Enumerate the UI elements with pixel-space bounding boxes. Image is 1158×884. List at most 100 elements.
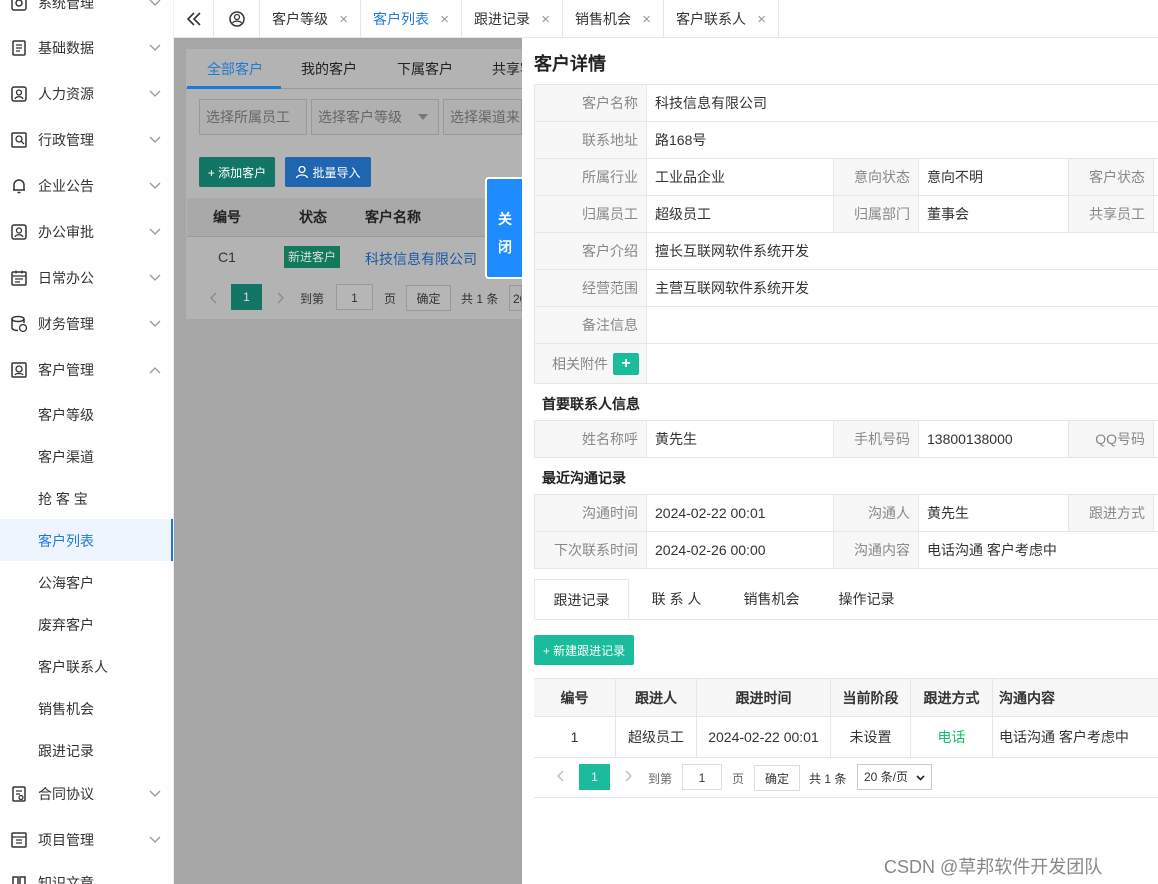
close-icon[interactable]: × xyxy=(440,11,449,28)
current-page[interactable]: 1 xyxy=(579,764,610,790)
chevron-down-icon xyxy=(149,182,161,189)
sidebar-sub-public-customer[interactable]: 公海客户 xyxy=(0,561,173,603)
sidebar-item-label: 项目管理 xyxy=(38,832,94,848)
sidebar-item-base-data[interactable]: 基础数据 xyxy=(0,25,173,71)
sidebar-sub-customer-channel[interactable]: 客户渠道 xyxy=(0,435,173,477)
finance-icon xyxy=(11,315,28,333)
sidebar-sub-label: 销售机会 xyxy=(38,701,94,717)
sidebar-item-approval[interactable]: 办公审批 xyxy=(0,209,173,255)
comm-section-title: 最近沟通记录 xyxy=(542,470,626,486)
cell: 2024-02-22 00:01 xyxy=(696,717,830,757)
next-contact-value: 2024-02-26 00:00 xyxy=(655,542,766,558)
sidebar-item-label: 财务管理 xyxy=(38,316,94,332)
page-unit-label: 页 xyxy=(384,292,397,306)
tab-customer-list[interactable]: 客户列表 × xyxy=(361,0,462,38)
confirm-button[interactable]: 确定 xyxy=(754,765,800,791)
close-icon[interactable]: × xyxy=(339,11,348,28)
sidebar-item-daily[interactable]: 日常办公 xyxy=(0,255,173,301)
add-attachment-button[interactable]: + xyxy=(613,353,639,375)
cell-id: C1 xyxy=(218,249,236,265)
close-drawer-button[interactable]: 关闭 xyxy=(485,177,523,279)
col-header-status: 状态 xyxy=(299,209,327,225)
tab-customer-contact[interactable]: 客户联系人 × xyxy=(664,0,779,38)
field-label: 共享员工 xyxy=(1068,196,1154,232)
page-unit-label: 页 xyxy=(732,772,745,786)
chevron-right-icon[interactable] xyxy=(625,770,633,782)
collapse-sidebar-button[interactable] xyxy=(174,0,214,38)
chevron-right-icon[interactable] xyxy=(277,292,285,304)
tab-label: 客户列表 xyxy=(373,11,429,27)
chevron-down-icon xyxy=(149,836,161,843)
sidebar-sub-label: 废弃客户 xyxy=(38,617,94,633)
tab-my-customers[interactable]: 我的客户 xyxy=(301,49,357,89)
employee-filter[interactable]: 选择所属员工 xyxy=(199,99,307,135)
sidebar-item-project[interactable]: 项目管理 xyxy=(0,817,173,863)
page-input[interactable]: 1 xyxy=(682,764,722,790)
sidebar-item-customer[interactable]: 客户管理 xyxy=(0,347,173,393)
tab-all-customers[interactable]: 全部客户 xyxy=(207,49,263,89)
page-size-select[interactable]: 20 xyxy=(509,285,522,311)
contact-name-value: 黄先生 xyxy=(655,431,697,447)
confirm-button[interactable]: 确定 xyxy=(406,285,451,311)
page-size-value: 20 条/页 xyxy=(864,770,909,784)
detail-tab-contacts[interactable]: 联 系 人 xyxy=(629,579,724,619)
comm-person-value: 黄先生 xyxy=(927,505,969,521)
tab-shared-customers[interactable]: 共享客户 xyxy=(492,49,522,89)
sidebar-item-knowledge[interactable]: 知识文章 xyxy=(0,860,173,884)
sidebar-item-notice[interactable]: 企业公告 xyxy=(0,163,173,209)
field-label: 客户名称 xyxy=(534,85,647,121)
sidebar-item-admin[interactable]: 行政管理 xyxy=(0,117,173,163)
customer-name-link[interactable]: 科技信息有限公司 xyxy=(365,249,477,269)
close-icon[interactable]: × xyxy=(541,11,550,28)
table-row[interactable]: C1 新进客户 科技信息有限公司 xyxy=(187,237,522,277)
chevron-left-icon[interactable] xyxy=(556,770,564,782)
page-size-select[interactable]: 20 条/页 xyxy=(857,764,932,790)
sidebar-item-finance[interactable]: 财务管理 xyxy=(0,301,173,347)
info-row: 客户名称 科技信息有限公司 xyxy=(534,84,1158,121)
sidebar-sub-follow-record[interactable]: 跟进记录 xyxy=(0,729,173,771)
level-filter[interactable]: 选择客户等级 xyxy=(311,99,439,135)
sidebar-item-label: 人力资源 xyxy=(38,86,94,102)
current-page[interactable]: 1 xyxy=(231,284,262,310)
chevron-down-icon xyxy=(149,44,161,51)
sidebar-sub-grab-customer[interactable]: 抢 客 宝 xyxy=(0,477,173,519)
detail-tab-logs[interactable]: 操作记录 xyxy=(819,579,914,619)
chevron-left-icon[interactable] xyxy=(209,292,217,304)
home-tab[interactable] xyxy=(214,0,260,38)
sidebar-sub-customer-level[interactable]: 客户等级 xyxy=(0,393,173,435)
add-customer-button[interactable]: + 添加客户 xyxy=(199,157,275,187)
table-row[interactable]: 1 超级员工 2024-02-22 00:01 未设置 电话 电话沟通 客户考虑… xyxy=(534,717,1158,758)
chevron-down-icon xyxy=(149,90,161,97)
tab-sales-opportunity[interactable]: 销售机会 × xyxy=(563,0,664,38)
sidebar-item-contract[interactable]: 合同协议 xyxy=(0,771,173,817)
channel-filter[interactable]: 选择渠道来源 xyxy=(443,99,522,135)
new-follow-button[interactable]: + 新建跟进记录 xyxy=(534,635,634,665)
sidebar-sub-sales-opportunity[interactable]: 销售机会 xyxy=(0,687,173,729)
total-label: 共 1 条 xyxy=(809,772,847,786)
sidebar-item-hr[interactable]: 人力资源 xyxy=(0,71,173,117)
tab-customer-level[interactable]: 客户等级 × xyxy=(260,0,361,38)
detail-tab-follow[interactable]: 跟进记录 xyxy=(534,579,629,619)
import-button-label: 批量导入 xyxy=(312,165,361,180)
customer-name-value: 科技信息有限公司 xyxy=(655,95,767,111)
scope-value: 主营互联网软件系统开发 xyxy=(655,280,809,296)
info-row: 下次联系时间 2024-02-26 00:00 沟通内容 电话沟通 客户考虑中 xyxy=(534,531,1158,568)
watermark: CSDN @草邦软件开发团队 xyxy=(884,857,1103,877)
chevron-down-icon xyxy=(149,320,161,327)
tab-follow-record[interactable]: 跟进记录 × xyxy=(462,0,563,38)
close-icon[interactable]: × xyxy=(642,11,651,28)
close-icon[interactable]: × xyxy=(757,11,766,28)
tab-sub-customers[interactable]: 下属客户 xyxy=(397,49,453,89)
detail-tab-sales[interactable]: 销售机会 xyxy=(724,579,819,619)
sidebar-item-system[interactable]: 系统管理 xyxy=(0,0,173,26)
field-label: 联系地址 xyxy=(534,122,647,158)
import-button[interactable]: 批量导入 xyxy=(285,157,371,187)
database-icon xyxy=(12,40,26,56)
page-input[interactable]: 1 xyxy=(336,284,373,310)
sidebar-sub-customer-list[interactable]: 客户列表 xyxy=(0,519,173,561)
tab-label: 销售机会 xyxy=(575,11,631,27)
sidebar-sub-customer-contact[interactable]: 客户联系人 xyxy=(0,645,173,687)
cell: 超级员工 xyxy=(615,717,696,757)
sidebar-sub-abandoned-customer[interactable]: 废弃客户 xyxy=(0,603,173,645)
home-icon xyxy=(228,11,245,27)
